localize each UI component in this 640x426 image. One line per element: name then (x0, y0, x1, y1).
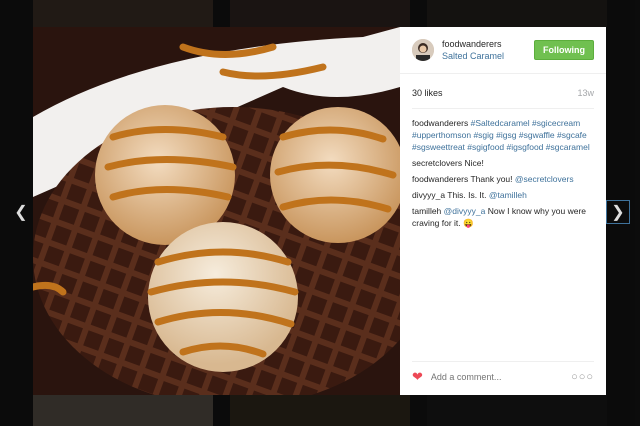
user-avatar-icon (412, 39, 434, 61)
post-header: foodwanderers Salted Caramel Following (400, 27, 606, 74)
comment-item: tamilleh @divyyy_a Now I know why you we… (412, 205, 594, 229)
hashtag-link[interactable]: #sgsweettreat (412, 142, 465, 152)
hashtag-link[interactable]: #sgigfood (467, 142, 504, 152)
comments-list: foodwanderers #Saltedcaramel #sgicecream… (400, 109, 606, 229)
post-username[interactable]: foodwanderers (442, 38, 534, 50)
hashtag-link[interactable]: #sgicecream (532, 118, 580, 128)
comment-username[interactable]: divyyy_a (412, 190, 445, 200)
hashtag-link[interactable]: #sgwaffle (519, 130, 555, 140)
post-photo (33, 27, 400, 395)
post-modal: foodwanderers Salted Caramel Following 3… (33, 27, 606, 395)
next-post-chevron-icon[interactable]: ❯ (606, 200, 630, 224)
post-age: 13w (577, 88, 594, 98)
comment-footer: ❤ ○○○ (412, 361, 594, 383)
comment-item: secretclovers Nice! (412, 157, 594, 169)
hashtag-link[interactable]: #sgcafe (557, 130, 587, 140)
comment-username[interactable]: foodwanderers (412, 174, 468, 184)
comment-username[interactable]: tamilleh (412, 206, 441, 216)
comment-username[interactable]: secretclovers (412, 158, 462, 168)
hashtag-link[interactable]: #upperthomson (412, 130, 471, 140)
post-stats: 30 likes 13w (400, 88, 606, 98)
previous-post-chevron-icon[interactable]: ❮ (10, 201, 32, 223)
post-header-text: foodwanderers Salted Caramel (442, 38, 534, 62)
comment-username[interactable]: foodwanderers (412, 118, 468, 128)
mention-link[interactable]: @tamilleh (489, 190, 527, 200)
hashtag-link[interactable]: #sgcaramel (546, 142, 590, 152)
hashtag-link[interactable]: #igsgfood (507, 142, 544, 152)
hashtag-link[interactable]: #sgig (473, 130, 493, 140)
following-button[interactable]: Following (534, 40, 594, 60)
likes-count[interactable]: 30 likes (412, 88, 443, 98)
mention-link[interactable]: @divyyy_a (444, 206, 486, 216)
comment-text: This. Is. It. (447, 190, 487, 200)
comment-item: foodwanderers Thank you! @secretclovers (412, 173, 594, 185)
hashtag-link[interactable]: #igsg (496, 130, 516, 140)
hashtag-link[interactable]: #Saltedcaramel (471, 118, 530, 128)
comment-item: foodwanderers #Saltedcaramel #sgicecream… (412, 117, 594, 153)
mention-link[interactable]: @secretclovers (515, 174, 574, 184)
add-comment-input[interactable] (430, 371, 572, 382)
post-details-panel: foodwanderers Salted Caramel Following 3… (400, 27, 606, 395)
comment-text: Nice! (464, 158, 484, 168)
waffle-ice-cream-image (33, 27, 400, 395)
avatar[interactable] (412, 39, 434, 61)
comment-item: divyyy_a This. Is. It. @tamilleh (412, 189, 594, 201)
more-options-icon[interactable]: ○○○ (571, 371, 594, 383)
comment-text: Thank you! (470, 174, 513, 184)
post-location[interactable]: Salted Caramel (442, 50, 534, 62)
heart-icon[interactable]: ❤ (412, 370, 423, 383)
